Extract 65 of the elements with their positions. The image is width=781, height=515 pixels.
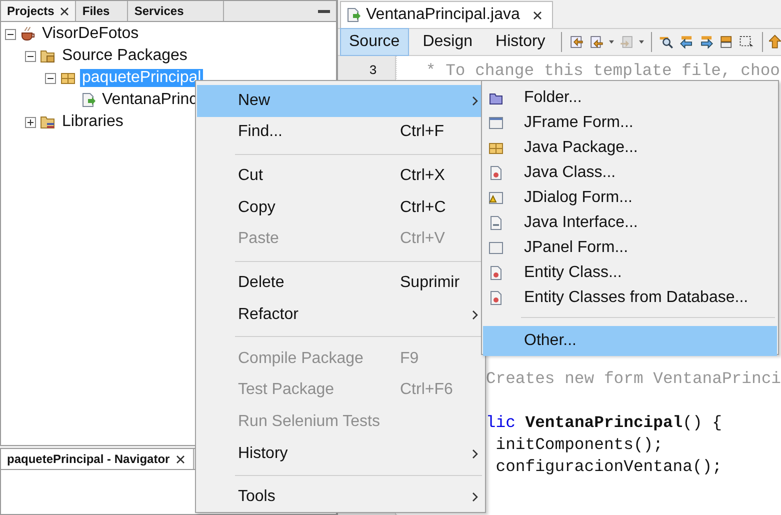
menu-item[interactable]: Entity Class...	[483, 260, 777, 285]
file-tab[interactable]: VentanaPrincipal.java	[340, 1, 553, 28]
caret-icon[interactable]	[639, 40, 644, 44]
menu-item[interactable]: JPanel Form...	[483, 235, 777, 260]
menu-item[interactable]: Java Class...	[483, 160, 777, 185]
menu-item[interactable]: Find... Ctrl+F	[197, 116, 484, 148]
coffee-cup-icon	[20, 26, 36, 42]
tree-item[interactable]: VentanaPrinc	[100, 91, 200, 109]
menu-item[interactable]: History	[197, 438, 484, 470]
entity-file-icon	[488, 264, 504, 280]
collapse-icon[interactable]	[45, 72, 56, 84]
interface-file-icon	[488, 214, 504, 230]
window-icon	[488, 114, 504, 130]
menu-item[interactable]: Java Package...	[483, 135, 777, 160]
menu-item[interactable]: Tools	[197, 482, 484, 514]
back-icon[interactable]	[589, 33, 604, 51]
close-icon[interactable]	[60, 6, 70, 16]
code-line: initComponents();	[494, 434, 663, 454]
caret-icon[interactable]	[609, 40, 614, 44]
collapse-icon[interactable]	[25, 50, 36, 62]
menu-item[interactable]: JFrame Form...	[483, 110, 777, 135]
code-line: configuracionVentana();	[494, 456, 722, 476]
tree-item[interactable]: Libraries	[60, 113, 126, 131]
code-line: lic VentanaPrincipal() {	[486, 412, 722, 432]
form-file-icon	[80, 92, 96, 108]
menu-item[interactable]: JDialog Form...	[483, 185, 777, 210]
library-folder-icon	[40, 114, 56, 130]
package-icon	[60, 70, 76, 86]
last-edit-icon[interactable]	[569, 33, 584, 51]
entity-file-icon	[488, 290, 504, 306]
up-arrow-icon[interactable]	[769, 33, 781, 51]
collapse-icon[interactable]	[5, 28, 16, 40]
menu-item[interactable]: New	[197, 85, 484, 117]
form-file-icon	[345, 7, 361, 23]
tree-item[interactable]: VisorDeFotos	[40, 25, 141, 43]
panel-tab[interactable]: Services	[128, 1, 224, 21]
view-tab[interactable]: History	[486, 28, 554, 56]
code-line: Creates new form VentanaPrinci	[486, 368, 781, 388]
previous-occurrence-icon[interactable]	[679, 33, 694, 51]
package-folder-icon	[40, 48, 56, 64]
panel-tab[interactable]: paquetePrincipal - Navigator	[1, 449, 194, 469]
panel-tab[interactable]: Files	[76, 1, 128, 21]
menu-item[interactable]: Folder...	[483, 85, 777, 110]
tree-item[interactable]: Source Packages	[60, 47, 190, 65]
panel-icon	[488, 240, 504, 256]
view-tab[interactable]: Source	[340, 28, 409, 56]
menu-item[interactable]: Copy Ctrl+C	[197, 192, 484, 224]
menu-item[interactable]: Other...	[483, 326, 777, 356]
class-file-icon	[488, 164, 504, 180]
menu-item[interactable]: Cut Ctrl+X	[197, 160, 484, 192]
expand-icon[interactable]	[25, 116, 36, 128]
highlight-icon[interactable]	[719, 33, 734, 51]
menu-item[interactable]: Entity Classes from Database...	[483, 285, 777, 310]
code-line: * To change this template file, choo	[426, 60, 780, 80]
dialog-window-icon	[488, 190, 504, 206]
panel-tab[interactable]: Projects	[1, 1, 76, 21]
view-tab[interactable]: Design	[414, 28, 482, 56]
line-number: 3	[369, 62, 377, 78]
close-icon[interactable]	[532, 10, 542, 20]
menu-item[interactable]: Java Interface...	[483, 210, 777, 235]
minimize-icon[interactable]	[318, 10, 330, 12]
close-icon[interactable]	[176, 454, 185, 464]
menu-item[interactable]: Refactor	[197, 299, 484, 331]
next-occurrence-icon[interactable]	[699, 33, 714, 51]
menu-item[interactable]: Delete Suprimir	[197, 268, 484, 300]
